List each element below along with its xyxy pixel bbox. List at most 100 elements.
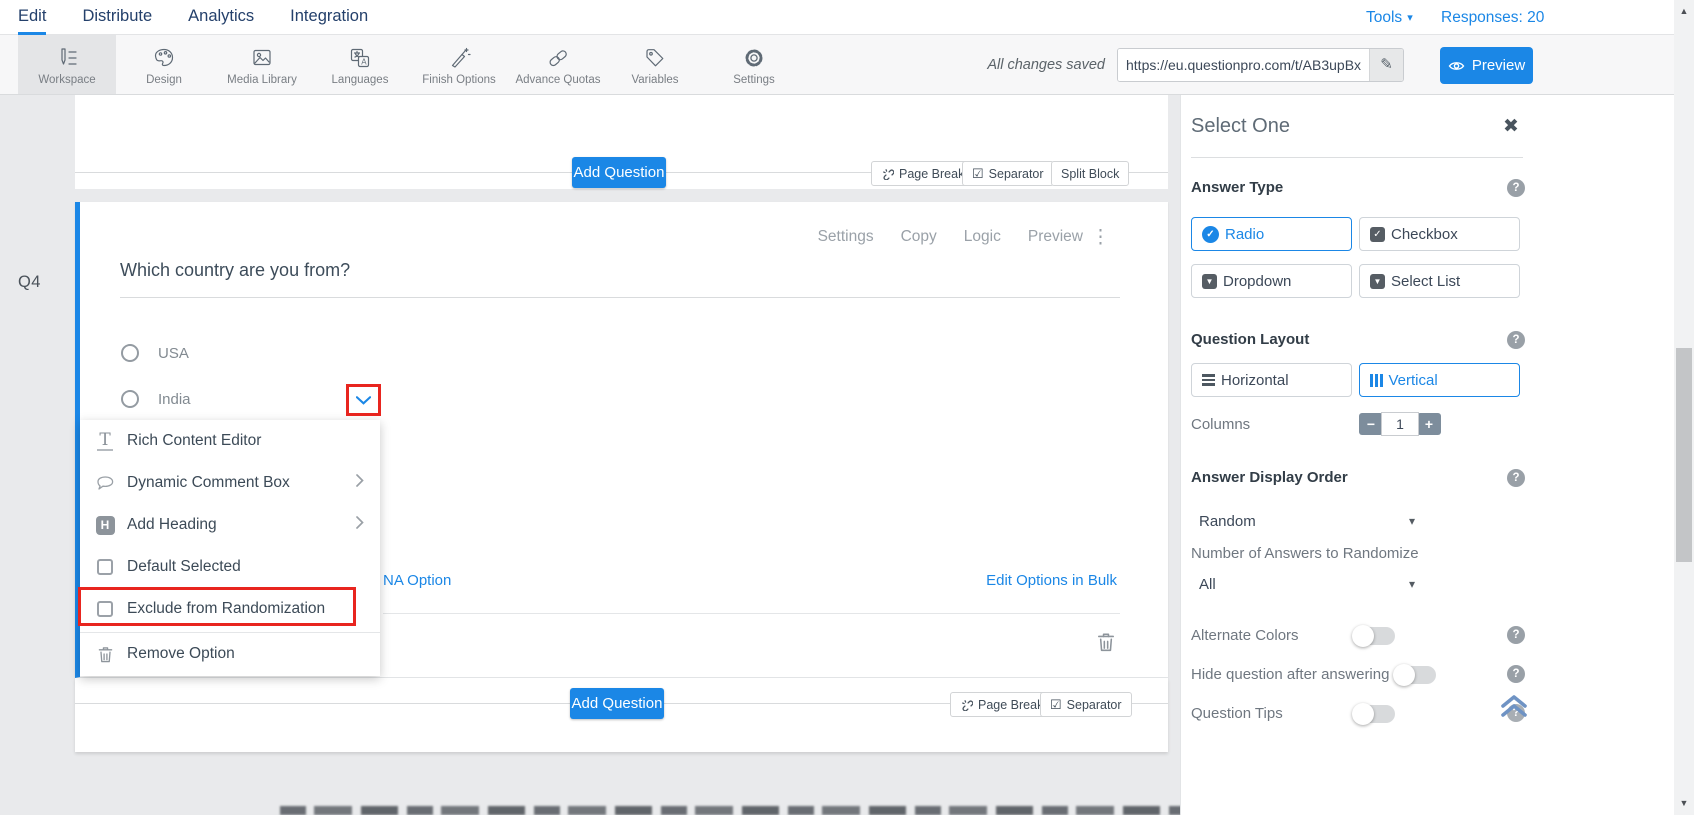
- page-break-button-bottom[interactable]: Page Break: [950, 692, 1054, 717]
- separator-button-bottom[interactable]: ☑ Separator: [1040, 692, 1132, 717]
- radio-option-india[interactable]: [121, 390, 139, 408]
- question-title[interactable]: Which country are you from?: [120, 260, 350, 281]
- save-status: All changes saved: [987, 57, 1105, 73]
- answer-type-select-list[interactable]: ▼ Select List: [1359, 264, 1520, 298]
- answer-type-label: Answer Type: [1191, 179, 1284, 196]
- chevron-down-icon[interactable]: ▾: [1409, 577, 1415, 591]
- preview-button[interactable]: Preview: [1440, 47, 1533, 84]
- question-tips-toggle[interactable]: [1352, 703, 1395, 725]
- tools-menu[interactable]: Tools ▾: [1366, 0, 1413, 35]
- answer-type-checkbox[interactable]: ✓ Checkbox: [1359, 217, 1520, 251]
- broken-link-icon: [883, 169, 894, 180]
- edit-url-button[interactable]: ✎: [1369, 49, 1403, 81]
- submenu-chevron-icon: [356, 516, 364, 534]
- broken-link-icon: [962, 700, 973, 711]
- select-list-dark-icon: ▼: [1370, 273, 1385, 289]
- vertical-scrollbar[interactable]: ▲ ▼: [1674, 0, 1694, 815]
- vertical-bars-icon: [1370, 373, 1383, 387]
- horizontal-bars-icon: [1202, 374, 1215, 386]
- hide-question-toggle[interactable]: [1393, 664, 1436, 686]
- page-break-button-top[interactable]: Page Break: [871, 161, 975, 186]
- comment-icon: [92, 475, 118, 491]
- menu-item-exclude-from-randomization[interactable]: Exclude from Randomization: [80, 588, 380, 630]
- tab-integration[interactable]: Integration: [290, 0, 368, 35]
- question-more-menu[interactable]: ⋮: [1091, 226, 1110, 249]
- menu-item-add-heading[interactable]: H Add Heading: [80, 504, 380, 546]
- checked-box-icon: ☑: [972, 165, 984, 181]
- add-question-button-top[interactable]: Add Question: [572, 157, 666, 188]
- rich-text-icon: T: [97, 429, 113, 451]
- display-order-select[interactable]: Random: [1199, 513, 1424, 530]
- randomize-count-select[interactable]: All: [1199, 576, 1424, 593]
- eye-icon: [1448, 61, 1465, 70]
- option-menu-chevron-button[interactable]: [346, 384, 381, 416]
- trash-icon: [92, 646, 118, 663]
- checkbox-icon: [92, 559, 118, 575]
- menu-item-dynamic-comment-box[interactable]: Dynamic Comment Box: [80, 462, 380, 504]
- minus-button[interactable]: −: [1359, 413, 1383, 435]
- responses-link[interactable]: Responses: 20: [1441, 0, 1544, 35]
- radio-selected-icon: ✓: [1202, 225, 1219, 243]
- delete-question-button[interactable]: [1097, 632, 1115, 657]
- options-divider: [383, 613, 1120, 614]
- question-settings-link[interactable]: Settings: [818, 228, 874, 246]
- top-nav: Edit Distribute Analytics Integration To…: [0, 0, 1674, 35]
- tab-analytics[interactable]: Analytics: [188, 0, 254, 35]
- split-block-button[interactable]: Split Block: [1051, 161, 1130, 186]
- edit-options-in-bulk-link[interactable]: Edit Options in Bulk: [986, 572, 1117, 589]
- survey-url-input[interactable]: [1118, 49, 1369, 81]
- alternate-colors-toggle[interactable]: [1352, 625, 1395, 647]
- scroll-to-top-icon[interactable]: [1499, 693, 1529, 722]
- plus-button[interactable]: +: [1417, 413, 1441, 435]
- close-icon[interactable]: ✖: [1503, 115, 1519, 138]
- question-preview-link[interactable]: Preview: [1028, 228, 1083, 246]
- question-title-underline: [120, 297, 1120, 298]
- checkbox-dark-icon: ✓: [1370, 226, 1385, 242]
- add-question-button-bottom[interactable]: Add Question: [570, 688, 664, 719]
- checkbox-icon: [92, 601, 118, 617]
- trash-icon: [1098, 633, 1114, 652]
- menu-item-rich-content-editor[interactable]: T Rich Content Editor: [80, 420, 380, 462]
- scrollbar-thumb[interactable]: [1676, 348, 1692, 562]
- chevron-down-icon[interactable]: ▾: [1409, 514, 1415, 528]
- menu-item-remove-option[interactable]: Remove Option: [80, 633, 380, 675]
- question-number-label: Q4: [18, 273, 41, 291]
- menu-item-default-selected[interactable]: Default Selected: [80, 546, 380, 588]
- tab-distribute[interactable]: Distribute: [82, 0, 152, 35]
- columns-value[interactable]: 1: [1381, 412, 1419, 436]
- chevron-down-icon: ▾: [1407, 12, 1413, 24]
- panel-divider: [1191, 157, 1523, 158]
- help-icon[interactable]: ?: [1507, 665, 1525, 683]
- editor-toolbar: Workspace Design Media Library A Languag…: [0, 35, 1674, 95]
- help-icon[interactable]: ?: [1507, 331, 1525, 349]
- scroll-up-arrow[interactable]: ▲: [1674, 6, 1694, 16]
- dropdown-dark-icon: ▼: [1202, 273, 1217, 289]
- submenu-chevron-icon: [356, 474, 364, 492]
- separator-button-top[interactable]: ☑ Separator: [962, 161, 1054, 186]
- question-logic-link[interactable]: Logic: [964, 228, 1001, 246]
- radio-option-usa[interactable]: [121, 344, 139, 362]
- option-label-usa[interactable]: USA: [158, 345, 189, 362]
- scroll-down-arrow[interactable]: ▼: [1674, 798, 1694, 808]
- question-settings-panel: Select One ✖ Answer Type ? ✓ Radio ✓ Che…: [1180, 95, 1674, 815]
- na-option-link[interactable]: NA Option: [383, 572, 451, 589]
- question-layout-label: Question Layout: [1191, 331, 1310, 348]
- randomize-count-label: Number of Answers to Randomize: [1191, 545, 1419, 562]
- pencil-icon: ✎: [1380, 56, 1393, 73]
- toolbar-item-settings[interactable]: Settings: [695, 42, 813, 86]
- tab-edit[interactable]: Edit: [18, 0, 47, 35]
- option-context-menu: T Rich Content Editor Dynamic Comment Bo…: [78, 420, 380, 676]
- survey-url-box: ✎: [1117, 48, 1404, 82]
- layout-vertical[interactable]: Vertical: [1359, 363, 1520, 397]
- columns-stepper: − 1 +: [1359, 412, 1441, 436]
- help-icon[interactable]: ?: [1507, 626, 1525, 644]
- help-icon[interactable]: ?: [1507, 179, 1525, 197]
- layout-horizontal[interactable]: Horizontal: [1191, 363, 1352, 397]
- answer-type-radio[interactable]: ✓ Radio: [1191, 217, 1352, 251]
- answer-type-dropdown[interactable]: ▼ Dropdown: [1191, 264, 1352, 298]
- question-copy-link[interactable]: Copy: [901, 228, 937, 246]
- alternate-colors-label: Alternate Colors: [1191, 627, 1299, 644]
- heading-icon: H: [92, 515, 118, 535]
- option-label-india[interactable]: India: [158, 391, 191, 408]
- help-icon[interactable]: ?: [1507, 469, 1525, 487]
